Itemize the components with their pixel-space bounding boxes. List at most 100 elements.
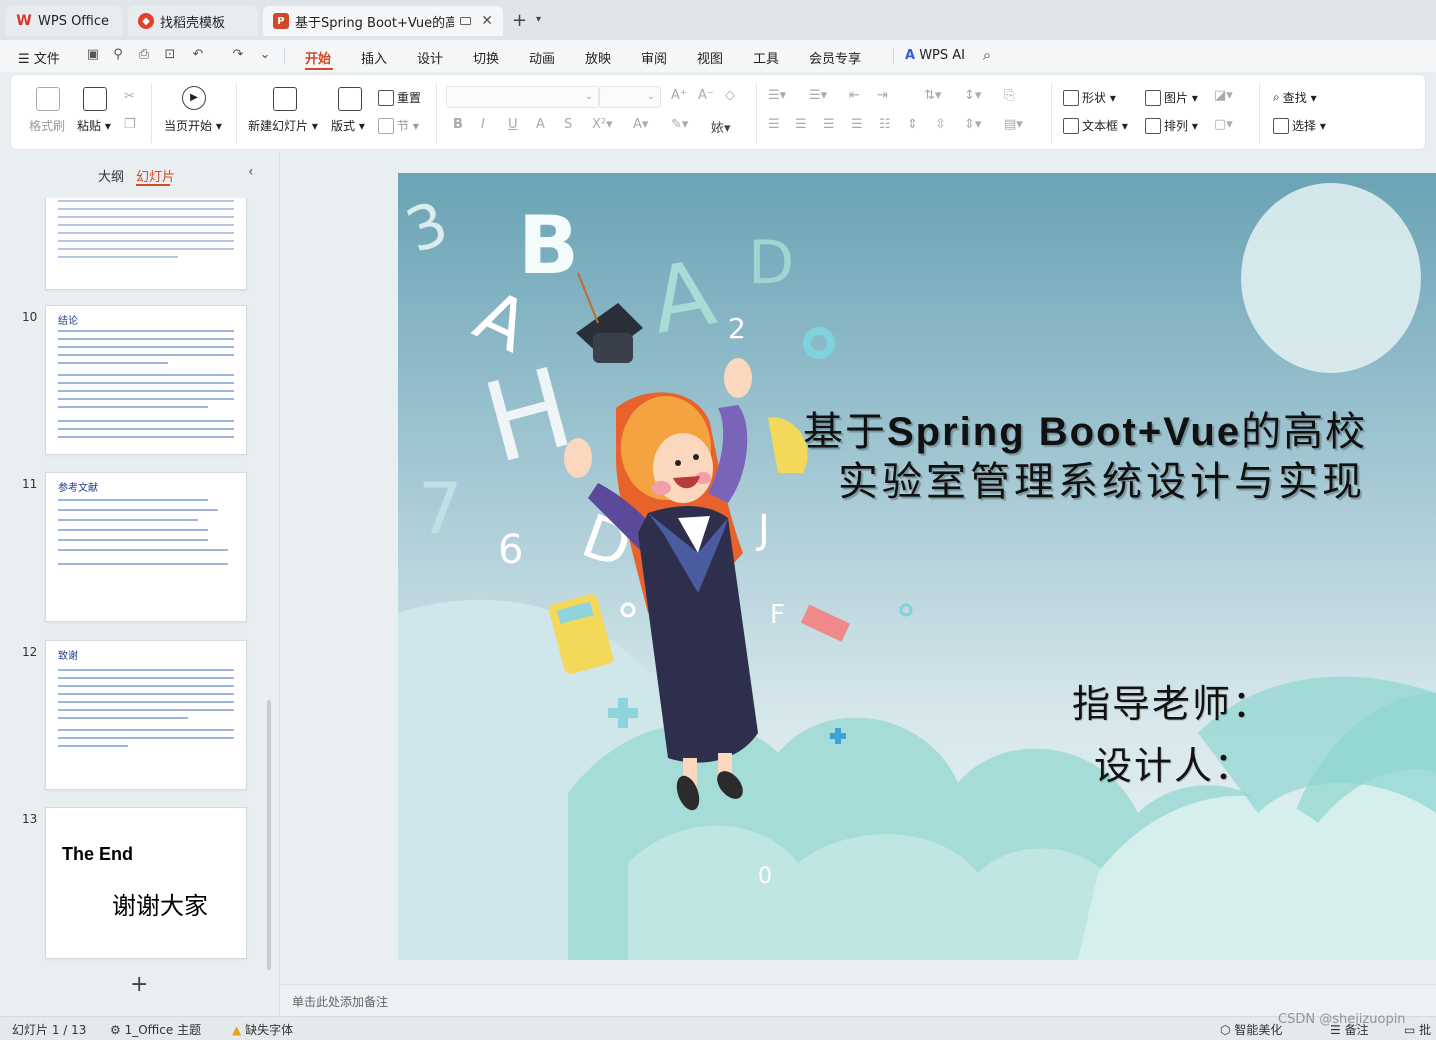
thumb-text-line [58, 330, 234, 332]
tab-transition[interactable]: 切换 [473, 48, 499, 67]
copy-icon[interactable]: ❐ [124, 117, 136, 132]
strikethrough-icon[interactable]: A [536, 117, 545, 132]
wps-ai-button[interactable]: A WPS AI [905, 48, 965, 63]
tab-insert[interactable]: 插入 [361, 48, 387, 67]
print-icon[interactable]: ⎙ [137, 48, 151, 62]
tab-review[interactable]: 审阅 [641, 48, 667, 67]
sort-icon[interactable]: ↕▾ [964, 88, 981, 103]
select-button[interactable]: 选择 ▾ [1273, 117, 1326, 134]
smart-beautify-button[interactable]: ⬡ 智能美化 [1220, 1021, 1282, 1038]
columns-icon[interactable]: ▤▾ [1004, 117, 1023, 132]
increase-font-icon[interactable]: A⁺ [671, 88, 687, 103]
convert-icon[interactable]: ⎘ [1004, 88, 1014, 103]
bullet-list-icon[interactable]: ☰▾ [768, 88, 786, 103]
scrollbar[interactable] [267, 700, 271, 970]
shadow-icon[interactable]: S [564, 117, 572, 132]
superscript-icon[interactable]: X²▾ [592, 117, 613, 132]
current-slide[interactable]: 3 B A A D 2 H 7 6 D J F 0 基于Spring Boot+… [398, 173, 1436, 960]
paste-button[interactable]: 粘贴 ▾ [77, 117, 111, 134]
redo-icon[interactable]: ↷ [231, 48, 245, 62]
tab-wps-office[interactable]: W WPS Office [6, 6, 122, 36]
increase-indent-icon[interactable]: ⇥ [877, 88, 888, 103]
tab-home[interactable]: 开始 [305, 48, 331, 67]
designer-text[interactable]: 设计人： [1094, 735, 1254, 790]
notes-pane[interactable]: 单击此处添加备注 [281, 984, 1436, 1016]
font-color-icon[interactable]: A▾ [633, 117, 648, 132]
link-icon[interactable]: ⚲ [111, 48, 125, 62]
paragraph-spacing-icon[interactable]: ⇳ [935, 117, 946, 132]
align-right-icon[interactable]: ☰ [823, 117, 835, 132]
tab-outline[interactable]: 大纲 [98, 166, 124, 185]
font-family-combo[interactable]: ⌄ [446, 86, 599, 108]
close-icon[interactable]: ✕ [481, 13, 493, 29]
collapse-panel-icon[interactable]: ‹ [248, 164, 254, 180]
comments-button[interactable]: ▭ 批 [1404, 1021, 1431, 1038]
paste-icon [83, 87, 107, 111]
format-painter-button[interactable]: 格式刷 [29, 117, 65, 134]
tab-template[interactable]: ◆ 找稻壳模板 [128, 6, 258, 36]
slide-thumbnail-12[interactable]: 致谢 [45, 640, 247, 790]
monitor-icon[interactable] [460, 17, 472, 25]
char-spacing-icon[interactable]: 㛄▾ [711, 117, 731, 136]
add-slide-button[interactable]: + [130, 972, 148, 997]
italic-icon[interactable]: I [481, 117, 485, 132]
new-slide-icon [273, 87, 297, 111]
clear-format-icon[interactable]: ◇ [725, 88, 735, 103]
distributed-icon[interactable]: ☷ [879, 117, 891, 132]
justify-icon[interactable]: ☰ [851, 117, 863, 132]
thumb-title: 致谢 [58, 651, 78, 662]
slide-thumbnail-10[interactable]: 结论 [45, 305, 247, 455]
decrease-indent-icon[interactable]: ⇤ [849, 88, 860, 103]
tab-document[interactable]: P 基于Spring Boot+Vue的高校 ✕ [263, 6, 503, 36]
svg-text:J: J [755, 507, 770, 553]
advisor-text[interactable]: 指导老师： [1072, 673, 1272, 728]
underline-icon[interactable]: U [508, 117, 518, 132]
tab-animation[interactable]: 动画 [529, 48, 555, 67]
save-icon[interactable]: ▣ [86, 48, 100, 62]
align-center-icon[interactable]: ☰ [795, 117, 807, 132]
tab-view[interactable]: 视图 [697, 48, 723, 67]
chevron-down-icon[interactable]: ▾ [536, 14, 541, 25]
layout-button[interactable]: 版式 ▾ [331, 117, 365, 134]
file-menu[interactable]: ☰ 文件 [18, 48, 60, 67]
decrease-font-icon[interactable]: A⁻ [698, 88, 714, 103]
search-icon[interactable]: ⌕ [980, 48, 994, 63]
highlight-icon[interactable]: ✎▾ [671, 117, 688, 132]
reset-button[interactable]: 重置 [378, 89, 421, 106]
line-spacing-icon[interactable]: ⇕ [907, 117, 918, 132]
tab-tools[interactable]: 工具 [753, 48, 779, 67]
outline-icon[interactable]: ▢▾ [1214, 117, 1233, 132]
slide-title-line-2[interactable]: 实验室管理系统设计与实现 [838, 449, 1366, 507]
slide-thumbnail-13[interactable]: The End 谢谢大家 [45, 807, 247, 959]
textbox-button[interactable]: 文本框 ▾ [1063, 117, 1128, 134]
slide-thumbnail-9[interactable] [45, 198, 247, 290]
start-from-current-button[interactable]: 当页开始 ▾ [164, 117, 222, 134]
arrange-button[interactable]: 排列 ▾ [1145, 117, 1198, 134]
text-direction-icon[interactable]: ⇅▾ [924, 88, 941, 103]
numbered-list-icon[interactable]: ☰▾ [809, 88, 827, 103]
shape-button[interactable]: 形状 ▾ [1063, 89, 1116, 106]
undo-icon[interactable]: ↶ [191, 48, 205, 62]
find-button[interactable]: ⌕ 查找 ▾ [1273, 89, 1317, 106]
tab-slides[interactable]: 幻灯片 [136, 166, 175, 185]
new-tab-button[interactable]: + [512, 10, 527, 31]
font-size-combo[interactable]: ⌄ [599, 86, 661, 108]
print-preview-icon[interactable]: ⊡ [163, 48, 177, 62]
vertical-align-icon[interactable]: ⇕▾ [964, 117, 981, 132]
fill-icon[interactable]: ◪▾ [1214, 88, 1233, 103]
missing-font-button[interactable]: ▲ 缺失字体 [232, 1021, 293, 1038]
divider [436, 83, 437, 143]
new-slide-button[interactable]: 新建幻灯片 ▾ [248, 117, 318, 134]
picture-button[interactable]: 图片 ▾ [1145, 89, 1198, 106]
slide-thumbnail-11[interactable]: 参考文献 [45, 472, 247, 622]
bold-icon[interactable]: B [453, 117, 463, 132]
section-button[interactable]: 节 ▾ [378, 117, 419, 134]
tab-member[interactable]: 会员专享 [809, 48, 861, 67]
thumb-title: The End [62, 844, 133, 864]
tab-slideshow[interactable]: 放映 [585, 48, 611, 67]
theme-button[interactable]: ⚙ 1_Office 主题 [110, 1021, 201, 1038]
chevron-down-icon[interactable]: ⌄ [258, 48, 272, 62]
cut-icon[interactable]: ✂ [124, 89, 135, 104]
tab-design[interactable]: 设计 [417, 48, 443, 67]
align-left-icon[interactable]: ☰ [768, 117, 780, 132]
